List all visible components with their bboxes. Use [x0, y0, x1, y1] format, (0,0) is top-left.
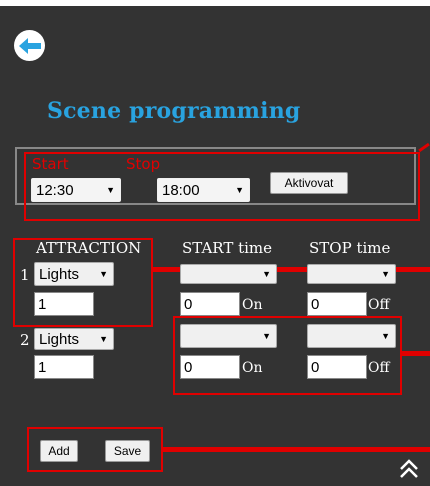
- row1-off-input[interactable]: 0: [307, 292, 367, 316]
- row2-stop-time-select[interactable]: ▼: [307, 324, 396, 348]
- actions-callout-line: [163, 447, 430, 452]
- chevron-down-icon: ▼: [235, 185, 244, 195]
- stop-time-value: 18:00: [162, 181, 200, 199]
- header-stop-time: STOP time: [309, 239, 391, 257]
- page-title: Scene programming: [47, 98, 301, 124]
- row2-off-label: Off: [368, 360, 390, 376]
- start-label: Start: [32, 155, 69, 173]
- row1-on-label: On: [242, 297, 263, 313]
- row2-on-label: On: [242, 360, 263, 376]
- schedule-callout-line: [418, 142, 430, 153]
- stop-label: Stop: [126, 155, 161, 173]
- row2-off-input[interactable]: 0: [307, 355, 367, 379]
- row1-on-input[interactable]: 0: [180, 292, 240, 316]
- row-number: 2: [20, 331, 30, 349]
- top-bar: [0, 0, 430, 6]
- back-button[interactable]: [14, 30, 45, 61]
- row2-on-input[interactable]: 0: [180, 355, 240, 379]
- row2-attraction-select[interactable]: Lights ▼: [34, 328, 114, 350]
- activate-button[interactable]: Aktivovat: [270, 172, 348, 194]
- chevron-down-icon: ▼: [106, 185, 115, 195]
- save-button[interactable]: Save: [105, 440, 150, 462]
- row-number: 1: [20, 266, 30, 284]
- chevron-down-icon: ▼: [381, 269, 390, 279]
- row1-attraction-value: Lights: [39, 265, 80, 283]
- double-chevron-up-icon[interactable]: [398, 458, 420, 483]
- chevron-down-icon: ▼: [381, 331, 390, 341]
- stop-time-select[interactable]: 18:00 ▼: [157, 178, 250, 202]
- chevron-down-icon: ▼: [99, 269, 108, 279]
- chevron-down-icon: ▼: [262, 269, 271, 279]
- chevron-down-icon: ▼: [99, 334, 108, 344]
- row1-start-time-select[interactable]: ▼: [180, 264, 277, 284]
- row1-stop-time-select[interactable]: ▼: [307, 264, 396, 284]
- row2-attraction-value: Lights: [39, 330, 80, 348]
- start-time-value: 12:30: [36, 181, 74, 199]
- chevron-down-icon: ▼: [262, 331, 271, 341]
- row2-start-time-select[interactable]: ▼: [180, 324, 277, 348]
- row2-callout-line: [402, 351, 430, 356]
- back-arrow-icon: [18, 37, 41, 54]
- row1-count-input[interactable]: 1: [34, 292, 94, 316]
- add-button[interactable]: Add: [40, 440, 78, 462]
- row1-attraction-select[interactable]: Lights ▼: [34, 262, 114, 286]
- row1-off-label: Off: [368, 297, 390, 313]
- row2-count-input[interactable]: 1: [34, 355, 94, 379]
- header-start-time: START time: [182, 239, 273, 257]
- start-time-select[interactable]: 12:30 ▼: [31, 178, 121, 202]
